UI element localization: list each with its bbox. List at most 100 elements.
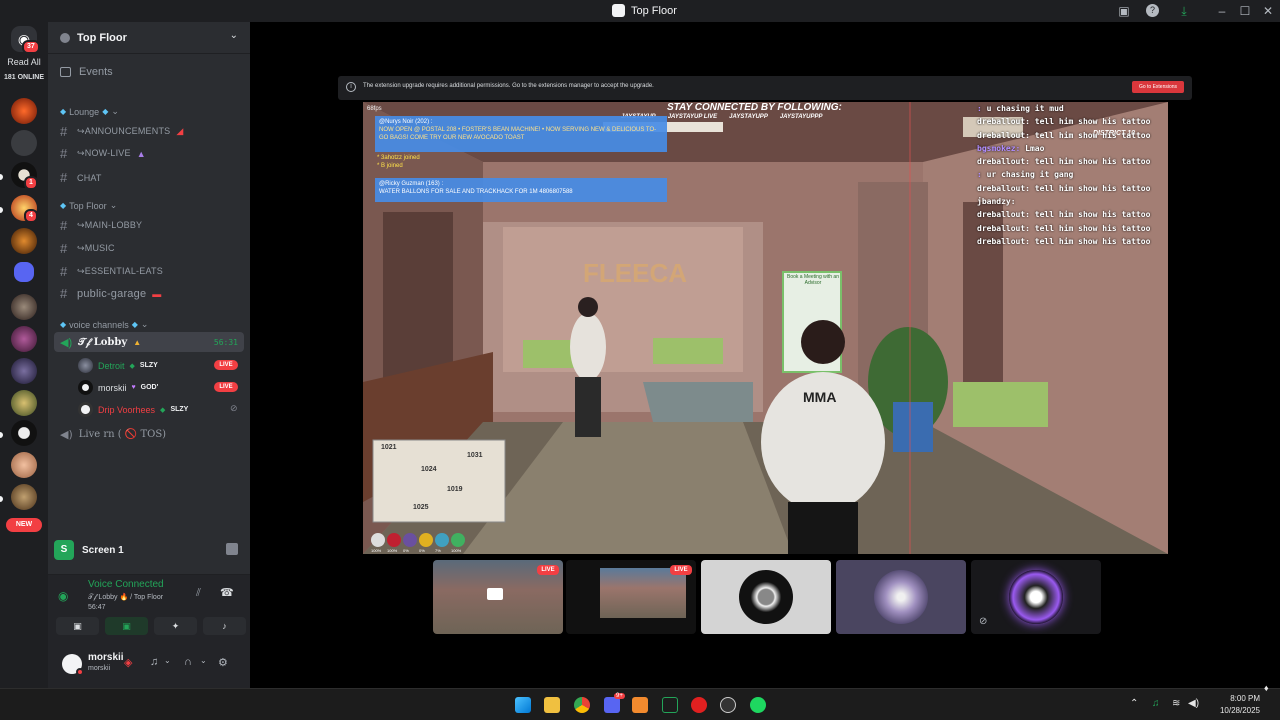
server-icon[interactable] [11,358,37,384]
server-badge: 1 [24,176,38,190]
chat-user: dreballout: [977,117,1035,127]
chevron-down-icon: ⌄ [109,200,118,210]
server-icon[interactable] [11,420,37,446]
voice-status: Voice Connected [88,579,164,590]
stream-thumbnail[interactable]: LIVE [433,560,563,634]
game-icon[interactable]: ◈ [124,656,132,669]
inbox-icon[interactable]: ▣ [1116,3,1132,19]
go-to-extensions-button[interactable]: Go to Extensions [1132,81,1184,93]
extension-notice: i The extension upgrade requires additio… [338,76,1192,100]
events-item[interactable]: Events [60,66,113,78]
chat-line: bgsmokez: Lmao [977,142,1167,155]
system-clock[interactable]: 8:00 PM 10/28/2025 [1204,693,1260,717]
windows-start-icon[interactable] [515,697,531,713]
chrome-icon[interactable] [574,697,590,713]
chat-line: dreballout: tell him show his tattoo [977,129,1167,142]
category-voice[interactable]: ◆ voice channels ◆ ⌄ [60,319,148,330]
windows-taskbar: 9+ ⌃ ♫ ≋ ◀) 8:00 PM 10/28/2025 ♦ [0,683,1280,720]
voice-user[interactable]: Detroit ◆ SLZY [78,358,158,373]
user-tile[interactable] [701,560,831,634]
stream-thumbnail[interactable]: LIVE [566,560,696,634]
server-icon[interactable] [11,326,37,352]
chevron-up-icon[interactable]: ⌃ [1130,698,1138,709]
youtube-icon[interactable] [691,697,707,713]
voice-channel-name: Live rn ( 🚫 TOS) [78,429,167,440]
gem-icon: ◆ [60,320,67,329]
disconnect-icon[interactable]: ☎ [220,586,234,599]
channel-music[interactable]: # ↪MUSIC [60,241,115,256]
app-icon[interactable] [632,697,648,713]
download-icon[interactable]: ⤓ [1176,3,1192,19]
server-icon[interactable] [11,452,37,478]
chevron-down-icon: ⌄ [140,319,149,329]
microphone-icon[interactable]: ♫ [1152,698,1160,709]
file-explorer-icon[interactable] [544,697,560,713]
channel-label: public-garage [77,287,147,300]
minimize-button[interactable]: – [1214,3,1230,19]
read-all-button[interactable]: Read All [4,57,44,67]
wifi-icon[interactable]: ≋ [1172,698,1180,709]
hash-icon: # [60,146,68,161]
category-top-floor[interactable]: ◆ Top Floor ⌄ [60,200,117,211]
xbox-icon[interactable] [662,697,678,713]
gear-icon[interactable]: ⚙ [218,656,228,669]
hash-icon: # [60,286,68,301]
soundboard-button[interactable]: ♪ [203,617,246,635]
microphone-icon[interactable]: ♫ [150,656,158,668]
activities-button[interactable]: ✦ [154,617,197,635]
channel-public-garage[interactable]: # public-garage ▬ [60,286,161,301]
avatar [78,380,93,395]
channel-chat[interactable]: # CHAT [60,170,102,185]
folder-icon[interactable] [14,262,34,282]
category-lounge[interactable]: ◆ Lounge ◆ ⌄ [60,106,119,117]
muted-icon: ⊘ [979,616,988,627]
voice-user[interactable]: morskii ♥ GOD' [78,380,158,395]
guild-icon [60,32,70,43]
share-screen-button[interactable]: ▣ [105,617,148,635]
voice-channel-lobby[interactable]: ◀) 𝒯𝒻 Lobby ▲ 56:31 [54,332,244,352]
stream-video[interactable]: FLEECA MMA 68fps STAY CONNECTED BY FOLLO… [363,102,1168,554]
voice-user-tag: GOD' [140,384,159,391]
leaf-icon: ◆ [160,406,166,414]
server-icon[interactable] [11,98,37,124]
stream-stage: i The extension upgrade requires additio… [250,22,1280,688]
headphones-icon[interactable]: ∩ [184,656,192,668]
discord-app: Top Floor ▣ ? ⤓ – ☐ ✕ ◉ 37 Read All 181 … [0,0,1280,720]
user-tile[interactable] [836,560,966,634]
clock-time: 8:00 PM [1230,694,1260,703]
camera-button[interactable]: ▣ [56,617,99,635]
server-icon[interactable] [11,228,37,254]
channel-main-lobby[interactable]: # ↪MAIN-LOBBY [60,218,142,233]
server-icon[interactable] [11,130,37,156]
user-tile[interactable]: ⊘ [971,560,1101,634]
voice-location[interactable]: 𝒯𝒻 Lobby 🔥 / Top Floor [88,593,163,602]
chat-user: dreballout: [977,210,1035,220]
voice-channel-live[interactable]: ◀) Live rn ( 🚫 TOS) [60,428,166,441]
home-badge: 37 [22,40,40,54]
app-icon[interactable] [720,697,736,713]
maximize-button[interactable]: ☐ [1237,3,1253,19]
channel-now-live[interactable]: # ↪NOW-LIVE ▲ [60,146,146,161]
chevron-down-icon[interactable]: ⌄ [200,656,207,665]
online-count: 181 ONLINE [3,74,45,81]
chevron-down-icon[interactable]: ⌄ [164,656,171,665]
close-button[interactable]: ✕ [1260,3,1276,19]
server-icon[interactable] [11,390,37,416]
help-icon[interactable]: ? [1146,4,1159,17]
channel-essential-eats[interactable]: # ↪ESSENTIAL-EATS [60,264,163,279]
volume-icon[interactable]: ◀) [1188,698,1199,709]
spotify-icon[interactable] [750,697,766,713]
stop-stream-icon[interactable] [226,543,238,555]
voice-user[interactable]: Drip Voorhees ◆ SLZY [78,402,188,417]
megaphone-icon: ◢ [176,126,184,136]
noise-suppression-icon[interactable]: ⫽ [196,587,201,600]
notification-icon[interactable]: ♦ [1264,683,1269,693]
guild-header[interactable]: Top Floor ⌄ [48,22,250,54]
server-icon[interactable] [11,294,37,320]
discord-icon[interactable] [604,697,620,713]
chat-line: dreballout: tell him show his tattoo [977,182,1167,195]
server-icon[interactable] [11,484,37,510]
new-badge: NEW [6,518,42,532]
voice-elapsed: 56:47 [88,604,106,611]
channel-announcements[interactable]: # ↪ANNOUNCEMENTS ◢ [60,124,183,139]
